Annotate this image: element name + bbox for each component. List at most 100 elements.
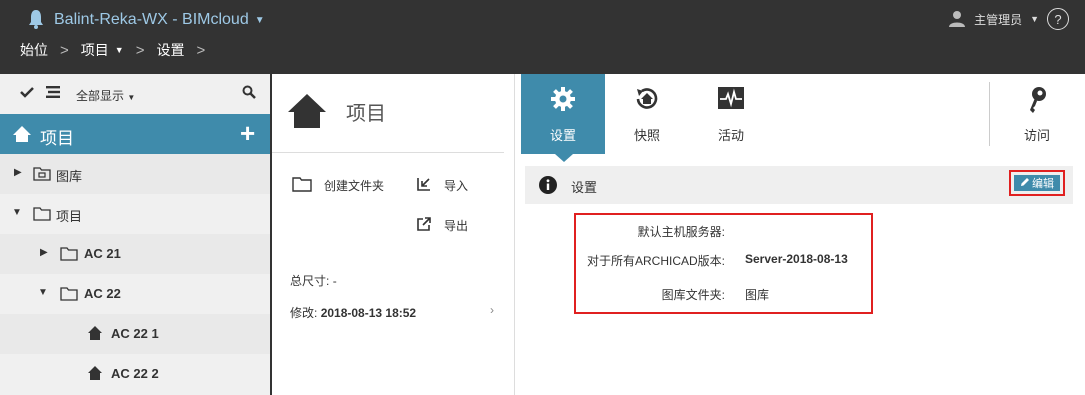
chevron-right-icon: > [196,41,206,59]
breadcrumb-item-settings[interactable]: 设置 [156,40,184,60]
export-label: 导出 [444,219,469,233]
tab-snapshot[interactable]: 快照 [605,74,689,154]
setting-value: Server-2018-08-13 [745,252,848,266]
chevron-right-icon[interactable]: › [490,303,494,317]
modified-label: 修改: [290,306,318,320]
setting-value: 图库 [745,288,770,302]
divider [272,152,504,153]
top-bar: Balint-Reka-WX - BIMcloud ▼ 始位 > 项目 ▼ > … [0,0,1085,74]
info-icon [539,176,557,197]
chevron-right-icon: > [135,41,145,59]
tree-item-ac22[interactable]: ▼ AC 22 [0,274,270,314]
activity-icon [689,86,773,110]
key-icon [995,86,1079,114]
export-icon [416,216,432,235]
settings-section-header: 设置 编辑 [525,166,1073,204]
checkmark-icon[interactable] [20,86,34,101]
folder-icon [292,176,312,195]
create-folder-label: 创建文件夹 [324,179,385,193]
modified-row[interactable]: 修改: 2018-08-13 18:52 › [290,303,500,321]
tab-access-label: 访问 [1023,128,1050,143]
folder-icon [60,246,78,264]
show-all-label: 全部显示 [76,89,125,103]
expand-arrow-icon[interactable]: ▶ [40,247,48,258]
setting-key: 默认主机服务器: [637,225,725,239]
tree-item-library[interactable]: ▶ 图库 [0,154,270,194]
item-details-panel: 项目 创建文件夹 导入 导出 总尺寸: - 修改: 2018-08-13 18:… [272,74,514,395]
collapse-arrow-icon[interactable]: ▼ [38,287,48,298]
folder-icon [60,286,78,304]
project-house-icon [87,365,103,384]
search-icon[interactable] [242,85,256,102]
expand-arrow-icon[interactable]: ▶ [14,167,22,178]
bell-icon [28,9,44,32]
collapse-arrow-icon[interactable]: ▼ [12,207,22,218]
tab-access[interactable]: 访问 [995,74,1079,154]
chevron-down-icon: ▼ [127,93,136,102]
snapshot-icon [605,86,689,112]
list-icon[interactable] [46,86,60,101]
settings-highlight: 默认主机服务器: 对于所有ARCHICAD版本: Server-2018-08-… [574,213,873,314]
project-house-icon [286,90,328,133]
pencil-icon [1020,177,1030,190]
tab-activity[interactable]: 活动 [689,74,773,154]
settings-panel: 设置 快照 活动 访问 设置 编辑 默认主机服务器: 对于所有ARCHICAD版… [515,74,1085,395]
edit-button[interactable]: 编辑 [1014,175,1060,191]
chevron-down-icon: ▼ [1030,14,1039,24]
modified-value: 2018-08-13 18:52 [320,306,417,320]
chevron-down-icon: ▼ [254,14,265,26]
breadcrumb-item-home[interactable]: 始位 [20,40,48,60]
project-house-icon [87,325,103,344]
library-folder-icon [33,166,51,184]
breadcrumb: 始位 > 项目 ▼ > 设置 > [20,40,217,60]
user-menu[interactable]: 主管理员 ▼ ? [948,8,1069,30]
tab-snapshot-label: 快照 [633,128,660,143]
tab-activity-label: 活动 [717,128,744,143]
tree-item-projects[interactable]: ▼ 项目 [0,194,270,234]
help-icon[interactable]: ? [1047,8,1069,30]
tree-item-ac22-2[interactable]: AC 22 2 [0,354,270,394]
total-size-value: - [332,274,337,288]
show-all-filter[interactable]: 全部显示 ▼ [76,87,135,104]
setting-key: 图库文件夹: [661,288,725,302]
tab-bar: 设置 快照 活动 访问 [515,74,1085,162]
gear-icon [521,86,605,112]
projects-root-label: 项目 [40,129,74,148]
project-tree-panel: 全部显示 ▼ 项目 + ▶ 图库 ▼ 项目 ▶ AC 21 ▼ AC 22 AC… [0,74,270,395]
setting-key: 对于所有ARCHICAD版本: [586,254,725,268]
breadcrumb-item-projects[interactable]: 项目 [81,40,109,60]
add-icon[interactable]: + [240,119,255,147]
section-title: 设置 [571,180,598,195]
tree-item-ac22-1[interactable]: AC 22 1 [0,314,270,354]
import-button[interactable]: 导入 [416,176,468,195]
edit-label: 编辑 [1032,178,1054,190]
projects-root-header[interactable]: 项目 + [0,114,270,154]
tree-item-label: 项目 [56,209,83,224]
tree-item-label: AC 22 [84,286,121,301]
create-folder-button[interactable]: 创建文件夹 [292,176,384,195]
tab-settings[interactable]: 设置 [521,74,605,154]
edit-highlight: 编辑 [1009,170,1065,196]
tree-toolbar: 全部显示 ▼ [0,74,270,114]
user-name[interactable]: 主管理员 [974,11,1022,28]
folder-icon [33,206,51,224]
import-icon [416,176,432,195]
item-title: 项目 [346,103,386,125]
total-size-row: 总尺寸: - [290,272,337,289]
tree-item-label: AC 22 1 [111,326,159,341]
tree-item-ac21[interactable]: ▶ AC 21 [0,234,270,274]
tree-item-label: 图库 [56,169,83,184]
total-size-label: 总尺寸: [290,274,330,288]
export-button[interactable]: 导出 [416,216,468,235]
project-house-icon [12,125,32,146]
chevron-down-icon[interactable]: ▼ [115,45,124,55]
server-title[interactable]: Balint-Reka-WX - BIMcloud [54,11,249,29]
tree-item-label: AC 22 2 [111,366,159,381]
tree-item-label: AC 21 [84,246,121,261]
tab-settings-label: 设置 [549,128,576,143]
tab-divider [989,82,990,146]
server-selector[interactable]: Balint-Reka-WX - BIMcloud ▼ [28,9,265,31]
active-tab-pointer [555,154,573,162]
item-header: 项目 [286,90,386,133]
user-icon [948,9,966,30]
